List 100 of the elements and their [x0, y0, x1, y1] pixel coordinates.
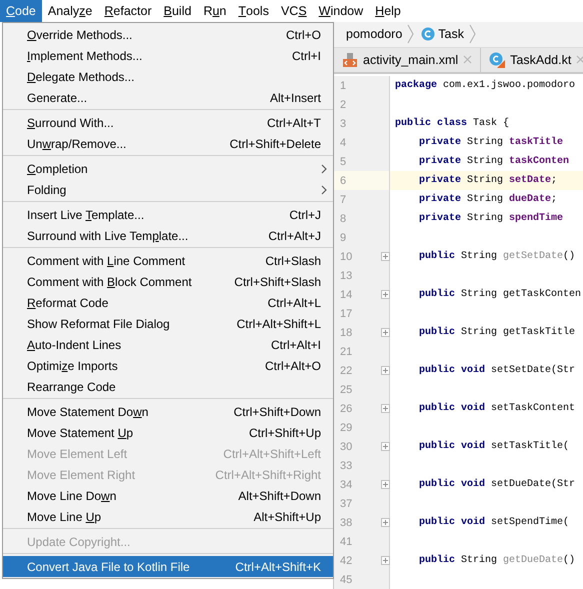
- code-line: private String setDate;: [418, 175, 558, 186]
- code-line: public String getTaskTitle: [418, 327, 576, 338]
- menu-item[interactable]: Reformat Code Ctrl+Alt+L: [3, 292, 333, 313]
- keyboard-shortcut: Ctrl+Alt+Shift+Left: [223, 446, 321, 460]
- breadcrumb-item[interactable]: Task: [438, 27, 464, 42]
- fold-marker-icon[interactable]: [381, 290, 390, 299]
- class-icon: [421, 27, 436, 42]
- line-number: 33: [340, 460, 352, 472]
- line-number: 2: [340, 98, 346, 110]
- close-icon[interactable]: [576, 55, 583, 64]
- fold-marker-icon[interactable]: [381, 480, 390, 489]
- line-number: 38: [340, 516, 352, 528]
- menu-item[interactable]: Move Statement Up Ctrl+Shift+Up: [3, 422, 333, 443]
- code-line: private String spendTime: [418, 213, 564, 224]
- menu-item[interactable]: Surround With... Ctrl+Alt+T: [3, 112, 333, 133]
- line-number: 26: [340, 402, 352, 414]
- fold-marker-icon[interactable]: [381, 252, 390, 261]
- menu-item[interactable]: Comment with Block Comment Ctrl+Shift+Slash: [3, 271, 333, 292]
- fold-marker-icon[interactable]: [381, 556, 390, 565]
- editor-tab[interactable]: activity_main.xml: [363, 52, 458, 67]
- line-number: 21: [340, 346, 352, 358]
- menubar-item[interactable]: Tools: [232, 0, 275, 22]
- menu-item[interactable]: Comment with Line Comment Ctrl+Slash: [3, 250, 333, 271]
- menubar-item[interactable]: Help: [369, 0, 407, 22]
- code-line: public void setSpendTime(: [418, 517, 570, 528]
- menu-item[interactable]: Move Statement Down Ctrl+Shift+Down: [3, 401, 333, 422]
- breadcrumb-item[interactable]: pomodoro: [346, 27, 402, 42]
- menu-item[interactable]: Folding: [3, 179, 333, 200]
- menubar-item[interactable]: Build: [158, 0, 198, 22]
- line-number: 17: [340, 308, 352, 320]
- fold-marker-icon[interactable]: [381, 328, 390, 337]
- keyboard-shortcut: Ctrl+Alt+Shift+Right: [215, 468, 321, 482]
- menu-item[interactable]: Override Methods... Ctrl+O: [3, 24, 333, 45]
- line-number: 3: [340, 118, 346, 130]
- kotlin-class-icon: [489, 52, 506, 68]
- keyboard-shortcut: Ctrl+Shift+Up: [248, 426, 321, 440]
- line-number: 30: [340, 440, 352, 452]
- keyboard-shortcut: Ctrl+Alt+T: [266, 116, 321, 130]
- keyboard-shortcut: Ctrl+Slash: [265, 254, 321, 268]
- code-line: private String taskConten: [418, 156, 570, 167]
- line-number: 18: [340, 326, 352, 338]
- fold-marker-icon[interactable]: [381, 442, 390, 451]
- fold-marker-icon[interactable]: [381, 366, 390, 375]
- line-number: 6: [340, 174, 346, 186]
- keyboard-shortcut: Ctrl+Alt+Shift+K: [235, 560, 321, 574]
- fold-marker-icon[interactable]: [381, 404, 390, 413]
- menu-item[interactable]: Generate... Alt+Insert: [3, 87, 333, 108]
- keyboard-shortcut: Ctrl+Shift+Slash: [234, 274, 321, 288]
- line-number: 1: [340, 80, 346, 92]
- menu-item[interactable]: Convert Java File to Kotlin File Ctrl+Alt+Shift+K: [3, 556, 333, 577]
- line-number: 37: [340, 498, 352, 510]
- line-number: 14: [340, 288, 352, 300]
- menu-item[interactable]: Rearrange Code: [3, 376, 333, 397]
- menu-item[interactable]: Move Line Down Alt+Shift+Down: [3, 485, 333, 506]
- menu-item[interactable]: Completion: [3, 158, 333, 179]
- menu-item[interactable]: Surround with Live Template... Ctrl+Alt+J: [3, 225, 333, 246]
- line-number: 34: [340, 478, 352, 490]
- menu-item[interactable]: Unwrap/Remove... Ctrl+Shift+Delete: [3, 133, 333, 154]
- menubar-item[interactable]: Refactor: [98, 0, 158, 22]
- editor-tab[interactable]: TaskAdd.kt: [510, 52, 572, 67]
- line-number: 45: [340, 574, 352, 586]
- menu-item[interactable]: Implement Methods... Ctrl+I: [3, 45, 333, 66]
- code-line: private String taskTitle: [418, 137, 564, 148]
- menu-item[interactable]: Optimize Imports Ctrl+Alt+O: [3, 355, 333, 376]
- line-number: 7: [340, 194, 346, 206]
- keyboard-shortcut: Ctrl+Alt+L: [268, 296, 321, 310]
- menubar-item[interactable]: Window: [312, 0, 370, 22]
- code-line: private String dueDate;: [418, 194, 558, 205]
- menu-item[interactable]: Show Reformat File Dialog Ctrl+Alt+Shift+L: [3, 313, 333, 334]
- keyboard-shortcut: Ctrl+Alt+J: [268, 228, 321, 242]
- breadcrumb-separator-icon: [469, 24, 476, 44]
- line-number: 13: [340, 270, 352, 282]
- close-icon[interactable]: [463, 55, 472, 64]
- code-line: public String getSetDate(): [418, 251, 576, 262]
- keyboard-shortcut: Alt+Shift+Up: [254, 510, 321, 524]
- line-number: 41: [340, 536, 352, 548]
- line-number: 42: [340, 554, 352, 566]
- menu-item[interactable]: Delegate Methods...: [3, 66, 333, 87]
- code-line: public void setDueDate(Str: [418, 479, 576, 490]
- menu-item[interactable]: Move Line Up Alt+Shift+Up: [3, 506, 333, 527]
- menu-item[interactable]: Auto-Indent Lines Ctrl+Alt+I: [3, 334, 333, 355]
- menubar-item[interactable]: Analyze: [42, 0, 98, 22]
- menu-item[interactable]: Insert Live Template... Ctrl+J: [3, 204, 333, 225]
- keyboard-shortcut: Alt+Insert: [270, 90, 321, 104]
- line-number: 25: [340, 384, 352, 396]
- fold-marker-icon[interactable]: [381, 518, 390, 527]
- keyboard-shortcut: Ctrl+Alt+I: [270, 338, 321, 352]
- code-line: public void setSetDate(Str: [418, 365, 576, 376]
- menubar-item[interactable]: Run: [197, 0, 232, 22]
- keyboard-shortcut: Ctrl+Shift+Delete: [230, 136, 321, 150]
- keyboard-shortcut: Ctrl+J: [289, 208, 321, 222]
- code-line: public class Task {: [395, 118, 510, 129]
- keyboard-shortcut: Ctrl+I: [292, 48, 321, 62]
- menubar-item[interactable]: VCS: [274, 0, 313, 22]
- menubar-item[interactable]: Code: [0, 0, 42, 22]
- line-number: 9: [340, 232, 346, 244]
- code-line: public String getTaskConten: [418, 289, 582, 300]
- xml-file-icon: [342, 52, 358, 68]
- keyboard-shortcut: Ctrl+Alt+O: [264, 358, 321, 372]
- line-number: 10: [340, 250, 352, 262]
